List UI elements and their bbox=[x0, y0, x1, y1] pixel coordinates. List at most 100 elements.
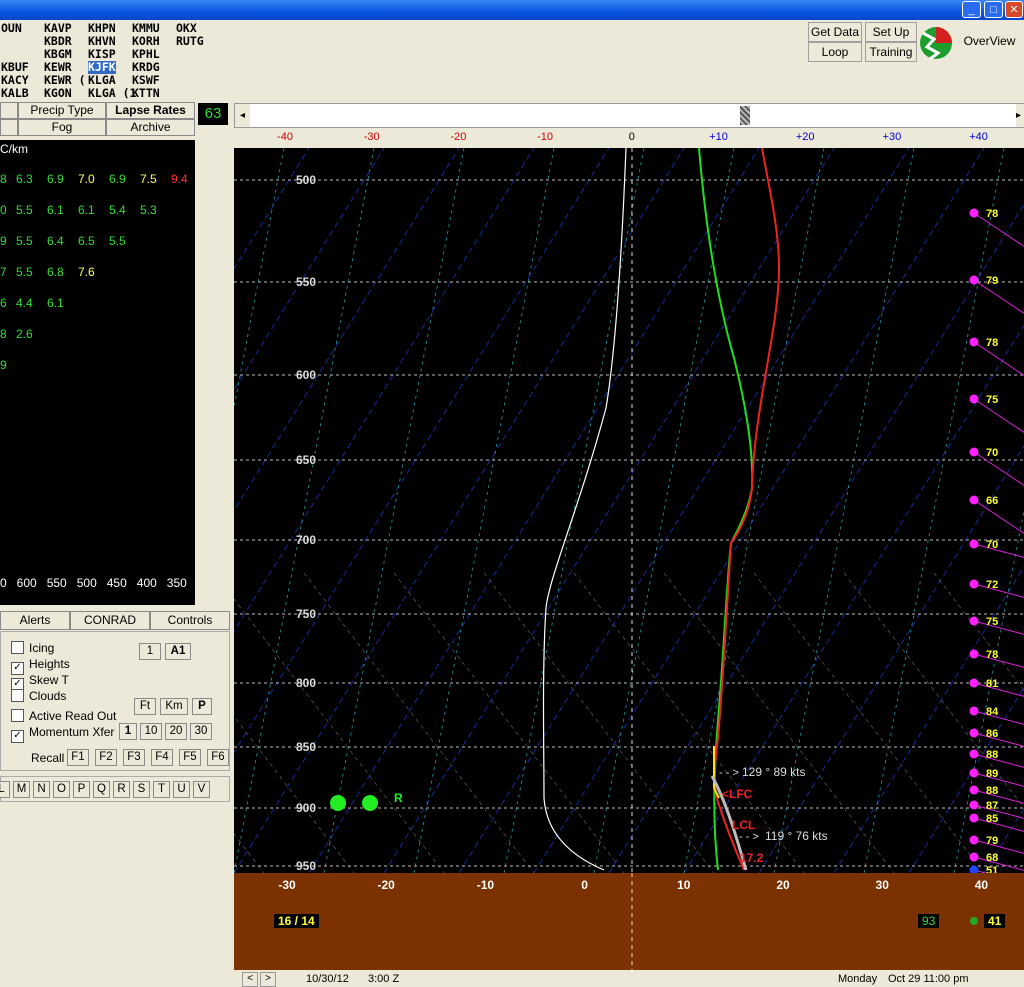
p-button[interactable]: P bbox=[192, 698, 212, 715]
wind-arrow-1: - - > bbox=[719, 767, 739, 779]
close-button[interactable]: ✕ bbox=[1005, 1, 1023, 18]
recall-f4-button[interactable]: F4 bbox=[151, 749, 173, 766]
letter-button-m[interactable]: M bbox=[13, 781, 30, 798]
letter-button-n[interactable]: N bbox=[33, 781, 50, 798]
wind-speed-label: 66 bbox=[986, 495, 998, 507]
letter-button-l[interactable]: L bbox=[0, 781, 10, 798]
letter-button-q[interactable]: Q bbox=[93, 781, 110, 798]
wind-barb-line bbox=[973, 753, 1024, 768]
lapse-value: 5.5 bbox=[16, 234, 33, 248]
letter-button-v[interactable]: V bbox=[193, 781, 210, 798]
lapse-value: 5.5 bbox=[16, 265, 33, 279]
box-41: 41 bbox=[984, 914, 1006, 928]
wind-barb-dot bbox=[969, 835, 979, 845]
recall-f3-button[interactable]: F3 bbox=[123, 749, 145, 766]
frame-counter: 63 bbox=[198, 103, 228, 125]
wind-speed-label: 78 bbox=[986, 649, 998, 661]
letter-button-s[interactable]: S bbox=[133, 781, 150, 798]
scale-button-10[interactable]: 10 bbox=[140, 723, 162, 740]
wind-barb-dot bbox=[969, 785, 979, 795]
loop-button[interactable]: Loop bbox=[808, 42, 862, 62]
set-up-button[interactable]: Set Up bbox=[865, 22, 917, 42]
checkbox-box[interactable] bbox=[11, 689, 24, 702]
ft-button[interactable]: Ft bbox=[134, 698, 156, 715]
status-time: 3:00 Z bbox=[368, 973, 400, 985]
scale-button-1[interactable]: 1 bbox=[119, 723, 137, 740]
ground-temp-tick: -20 bbox=[378, 878, 396, 892]
button-1[interactable]: 1 bbox=[139, 643, 161, 660]
checkbox-box[interactable] bbox=[11, 641, 24, 654]
letter-button-u[interactable]: U bbox=[173, 781, 190, 798]
tab-controls[interactable]: Controls bbox=[150, 611, 230, 630]
scale-button-20[interactable]: 20 bbox=[165, 723, 187, 740]
tab-left-partial[interactable] bbox=[0, 102, 18, 119]
skew-t-plot[interactable]: 500 550 600 650 700 750 800 850 900 950- - >129 °… bbox=[0, 147, 1024, 884]
status-prev-button[interactable]: < bbox=[242, 972, 258, 987]
get-data-button[interactable]: Get Data bbox=[808, 22, 862, 42]
wind-barb-dot bbox=[969, 495, 979, 505]
station-item[interactable]: KGON bbox=[44, 87, 72, 100]
lapse-value: 2.6 bbox=[16, 327, 33, 341]
letter-button-r[interactable]: R bbox=[113, 781, 130, 798]
lapse-value: 6.9 bbox=[109, 172, 126, 186]
slider-right-arrow[interactable]: ▸ bbox=[1016, 104, 1024, 127]
pressure-label: 800 bbox=[296, 676, 316, 690]
wind-barb-line bbox=[973, 279, 1024, 314]
checkbox-box[interactable] bbox=[11, 709, 24, 722]
wind-barb-dot bbox=[969, 706, 979, 716]
tab-lapse-rates[interactable]: Lapse Rates bbox=[106, 102, 195, 119]
status-next-button[interactable]: > bbox=[260, 972, 276, 987]
recall-f2-button[interactable]: F2 bbox=[95, 749, 117, 766]
recall-f1-button[interactable]: F1 bbox=[67, 749, 89, 766]
wind-barb-line bbox=[973, 682, 1024, 697]
surface-temp-dewpoint: 16 / 14 bbox=[274, 914, 319, 928]
maximize-button[interactable]: □ bbox=[984, 1, 1003, 18]
wind-speed-label: 85 bbox=[986, 813, 998, 825]
wind-annotation-1: 129 ° 89 kts bbox=[742, 765, 806, 779]
tab-fog[interactable]: Fog bbox=[18, 119, 106, 136]
wind-speed-label: 75 bbox=[986, 394, 998, 406]
tab-archive[interactable]: Archive bbox=[106, 119, 195, 136]
controls-panel: Icing ✓ Heights ✓ Skew T Clouds Active Read Ou… bbox=[0, 631, 230, 771]
r-label: R bbox=[394, 791, 403, 805]
slider-left-arrow[interactable]: ◂ bbox=[235, 104, 250, 127]
scale-button-30[interactable]: 30 bbox=[190, 723, 212, 740]
white-profile-line bbox=[542, 147, 627, 871]
time-slider[interactable]: ◂ ▸ bbox=[234, 103, 1024, 128]
checkbox-active-read-out[interactable]: Active Read Out bbox=[11, 709, 116, 723]
station-item[interactable]: OUN bbox=[1, 22, 22, 35]
tab-precip-type[interactable]: Precip Type bbox=[18, 102, 106, 119]
slider-thumb[interactable] bbox=[740, 106, 750, 125]
overview-button[interactable]: OverView bbox=[955, 32, 1024, 52]
lapse-row-prefix: 9 bbox=[0, 234, 7, 248]
training-button[interactable]: Training bbox=[865, 42, 917, 62]
checkbox-momentum-xfer[interactable]: ✓ Momentum Xfer bbox=[11, 725, 114, 743]
letter-button-o[interactable]: O bbox=[53, 781, 70, 798]
tab-left-partial-2[interactable] bbox=[0, 119, 18, 136]
km-button[interactable]: Km bbox=[160, 698, 188, 715]
station-item[interactable]: KTTN bbox=[132, 87, 160, 100]
wind-barb-dot bbox=[969, 616, 979, 626]
tab-alerts[interactable]: Alerts bbox=[0, 611, 70, 630]
station-item[interactable]: KLGA (1 bbox=[88, 87, 136, 100]
station-item[interactable]: RUTG bbox=[176, 35, 204, 48]
checkbox-icing[interactable]: Icing bbox=[11, 641, 54, 655]
tab-conrad[interactable]: CONRAD bbox=[70, 611, 150, 630]
station-item[interactable]: KALB bbox=[1, 87, 29, 100]
checkbox-box[interactable]: ✓ bbox=[11, 730, 24, 743]
minimize-button[interactable]: _ bbox=[962, 1, 981, 18]
letter-button-p[interactable]: P bbox=[73, 781, 90, 798]
recall-f6-button[interactable]: F6 bbox=[207, 749, 229, 766]
letter-button-t[interactable]: T bbox=[153, 781, 170, 798]
wind-speed-label: 88 bbox=[986, 749, 998, 761]
checkbox-clouds[interactable]: Clouds bbox=[11, 689, 66, 703]
lapse-value: 7.6 bbox=[78, 265, 95, 279]
recall-f5-button[interactable]: F5 bbox=[179, 749, 201, 766]
lapse-value: 6.8 bbox=[47, 265, 64, 279]
temp-scale-tick: +10 bbox=[709, 131, 728, 143]
lapse-row-prefix: 6 bbox=[0, 296, 7, 310]
button-a1[interactable]: A1 bbox=[165, 643, 191, 660]
lcl-label: LCL bbox=[732, 818, 755, 832]
wind-barb-line bbox=[973, 398, 1024, 433]
wind-barb-dot bbox=[969, 649, 979, 659]
